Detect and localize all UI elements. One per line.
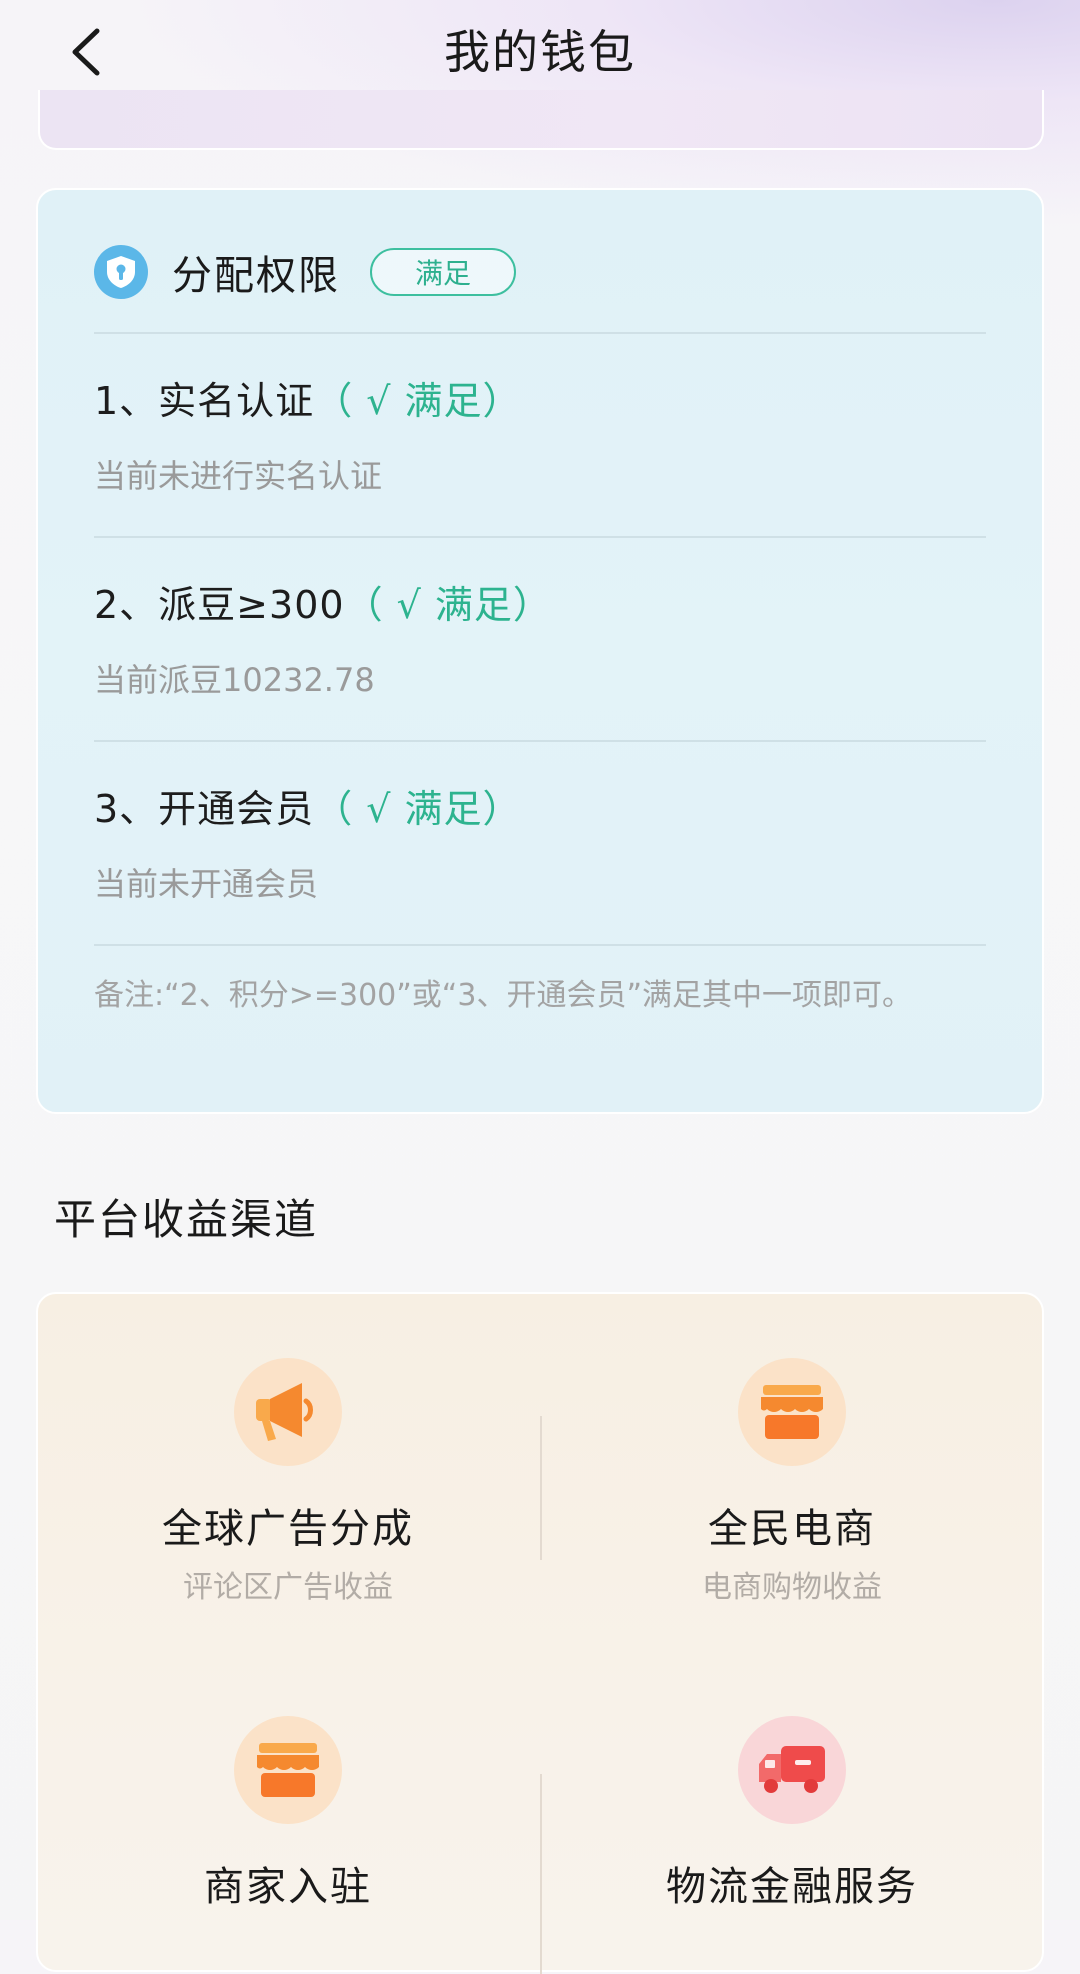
requirement-label: 2、派豆≥300 xyxy=(94,583,345,627)
store-icon xyxy=(234,1716,342,1824)
channel-name: 物流金融服务 xyxy=(666,1864,918,1910)
requirement-label: 1、实名认证 xyxy=(94,379,315,423)
channel-desc: 评论区广告收益 xyxy=(183,1570,393,1605)
requirement-status: （ √ 满足） xyxy=(344,583,552,627)
wallet-card-bottom-edge xyxy=(38,90,1044,150)
permission-card: 分配权限 满足 1、实名认证（ √ 满足） 当前未进行实名认证 2、派豆≥300… xyxy=(36,188,1044,1114)
requirement-desc: 当前未进行实名认证 xyxy=(94,457,383,495)
revenue-channels-card: 全球广告分成 评论区广告收益 全民电商 电商购物收益 商家入驻 物流金融服务 xyxy=(36,1292,1044,1974)
section-title: 平台收益渠道 xyxy=(54,1195,319,1244)
channel-name: 全民电商 xyxy=(708,1506,876,1552)
page-title: 我的钱包 xyxy=(444,25,636,79)
channel-global-ads[interactable]: 全球广告分成 评论区广告收益 xyxy=(38,1358,538,1608)
requirement-title: 3、开通会员（ √ 满足） xyxy=(94,784,522,834)
channel-name: 全球广告分成 xyxy=(162,1506,414,1552)
truck-icon xyxy=(738,1716,846,1824)
divider xyxy=(94,944,986,946)
permission-title: 分配权限 xyxy=(172,253,340,299)
divider xyxy=(94,536,986,538)
permission-note: 备注:“2、积分>=300”或“3、开通会员”满足其中一项即可。 xyxy=(94,978,912,1013)
status-badge: 满足 xyxy=(370,248,516,296)
channel-desc: 电商购物收益 xyxy=(702,1570,882,1605)
requirement-status: （ √ 满足） xyxy=(314,787,522,831)
requirement-status: （ √ 满足） xyxy=(314,379,522,423)
requirement-desc: 当前派豆10232.78 xyxy=(94,661,375,699)
requirement-title: 2、派豆≥300（ √ 满足） xyxy=(94,580,552,630)
permission-header: 分配权限 满足 xyxy=(94,242,516,302)
divider xyxy=(94,740,986,742)
divider xyxy=(94,332,986,334)
channel-name: 商家入驻 xyxy=(204,1864,372,1910)
requirement-desc: 当前未开通会员 xyxy=(94,865,319,903)
requirement-label: 3、开通会员 xyxy=(94,787,315,831)
megaphone-icon xyxy=(234,1358,342,1466)
header: 我的钱包 xyxy=(0,0,1080,104)
store-icon xyxy=(738,1358,846,1466)
channel-ecommerce[interactable]: 全民电商 电商购物收益 xyxy=(542,1358,1042,1608)
channel-merchant-join[interactable]: 商家入驻 xyxy=(38,1716,538,1914)
channel-logistics-finance[interactable]: 物流金融服务 xyxy=(542,1716,1042,1914)
shield-icon xyxy=(94,245,148,299)
requirement-title: 1、实名认证（ √ 满足） xyxy=(94,376,522,426)
